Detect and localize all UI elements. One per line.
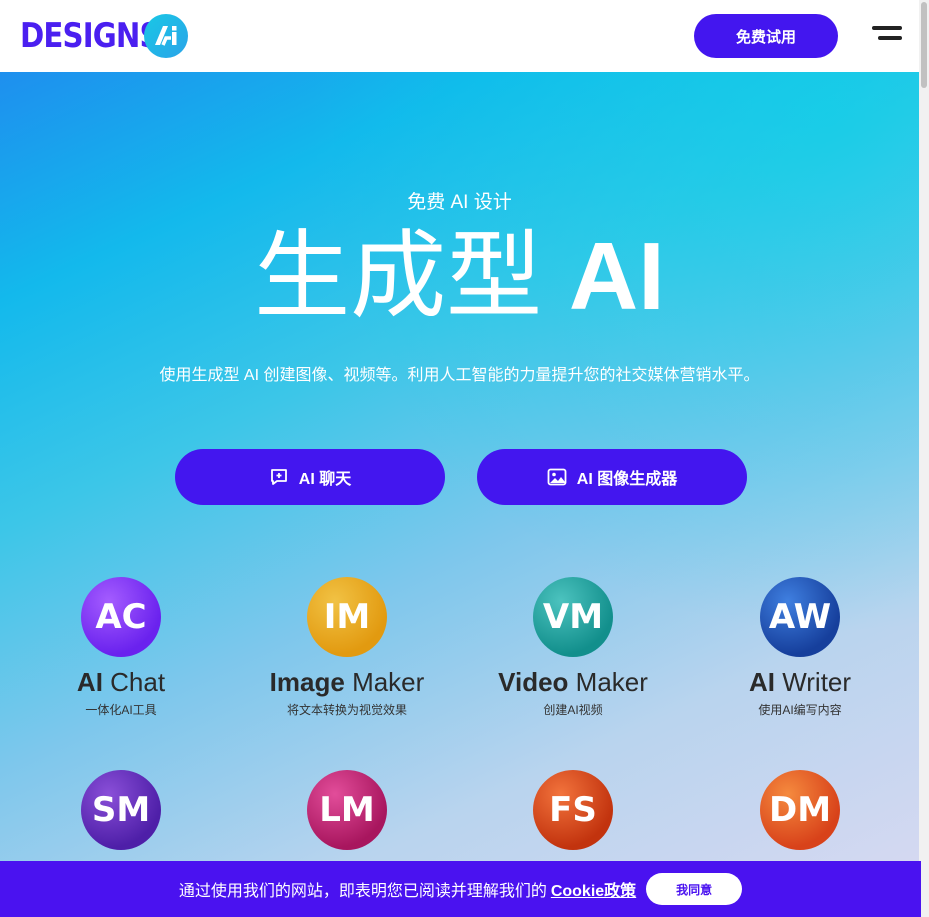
ai-chat-button[interactable]: AI 聊天: [175, 449, 445, 505]
ai-image-generator-button[interactable]: AI 图像生成器: [477, 449, 747, 505]
tool-name-rest: Writer: [782, 667, 852, 697]
tool-name-bold: AI: [76, 667, 103, 697]
tool-description: 使用AI编写内容: [758, 703, 842, 717]
ai-writer-app-icon[interactable]: AW: [760, 577, 840, 657]
hero-section: 免费 AI 设计 生成型 AI 使用生成型 AI 创建图像、视频等。利用人工智能…: [0, 72, 919, 917]
tool-name-bold: Image: [269, 667, 345, 697]
dm-app-icon[interactable]: DM: [760, 770, 840, 850]
cookie-banner: 通过使用我们的网站，即表明您已阅读并理解我们的 Cookie政策 我同意: [0, 861, 921, 917]
tool-fs[interactable]: FS: [460, 770, 686, 850]
tool-ai-writer[interactable]: AW AI Writer 使用AI编写内容: [687, 577, 913, 718]
logo-badge: [144, 14, 188, 58]
tool-name-rest: Maker: [352, 667, 425, 697]
tool-sm[interactable]: SM: [8, 770, 234, 850]
tool-name-rest: Chat: [110, 667, 166, 697]
video-maker-app-icon[interactable]: VM: [533, 577, 613, 657]
hero-eyebrow: 免费 AI 设计: [407, 192, 512, 213]
tool-video-maker[interactable]: VM Video Maker 创建AI视频: [460, 577, 686, 718]
tool-description: 创建AI视频: [543, 703, 603, 717]
tool-name: Image Maker: [234, 667, 460, 697]
image-icon: [547, 468, 567, 486]
ai-chat-label: AI 聊天: [298, 471, 352, 488]
menu-line: [878, 36, 902, 40]
image-maker-app-icon[interactable]: IM: [307, 577, 387, 657]
tool-name: Video Maker: [460, 667, 686, 697]
fs-app-icon[interactable]: FS: [533, 770, 613, 850]
menu-line: [872, 26, 902, 30]
tool-name: AI Chat: [8, 667, 234, 697]
headline-en: AI: [568, 223, 665, 330]
ai-image-generator-label: AI 图像生成器: [576, 471, 678, 488]
tool-name-bold: AI: [748, 667, 775, 697]
headline-cn: 生成型: [254, 223, 543, 330]
cookie-accept-button[interactable]: 我同意: [646, 873, 743, 905]
ai-badge-icon: [155, 26, 177, 46]
cookie-text: 通过使用我们的网站，即表明您已阅读并理解我们的: [178, 883, 547, 900]
site-header: DESIGNS. 免费试用: [0, 0, 919, 72]
scrollbar-thumb[interactable]: [921, 2, 927, 88]
ai-chat-app-icon[interactable]: AC: [81, 577, 161, 657]
page-scrollbar[interactable]: [919, 0, 929, 917]
designs-ai-logo[interactable]: DESIGNS.: [20, 14, 194, 58]
tool-name-rest: Maker: [575, 667, 648, 697]
chat-plus-icon: [270, 469, 287, 485]
hero-subtitle: 使用生成型 AI 创建图像、视频等。利用人工智能的力量提升您的社交媒体营销水平。: [159, 367, 760, 384]
lm-app-icon[interactable]: LM: [307, 770, 387, 850]
hamburger-menu-icon[interactable]: [868, 26, 902, 46]
sm-app-icon[interactable]: SM: [81, 770, 161, 850]
tool-lm[interactable]: LM: [234, 770, 460, 850]
tool-image-maker[interactable]: IM Image Maker 将文本转换为视觉效果: [234, 577, 460, 718]
tool-dm[interactable]: DM: [687, 770, 913, 850]
tool-name-bold: Video: [498, 667, 569, 697]
tool-ai-chat[interactable]: AC AI Chat 一体化AI工具: [8, 577, 234, 718]
tool-description: 将文本转换为视觉效果: [286, 703, 407, 717]
hero-headline: 生成型 AI: [0, 222, 919, 332]
free-trial-button[interactable]: 免费试用: [694, 14, 838, 58]
cookie-policy-link[interactable]: Cookie政策: [551, 877, 636, 901]
tool-name: AI Writer: [687, 667, 913, 697]
tool-description: 一体化AI工具: [85, 703, 157, 717]
